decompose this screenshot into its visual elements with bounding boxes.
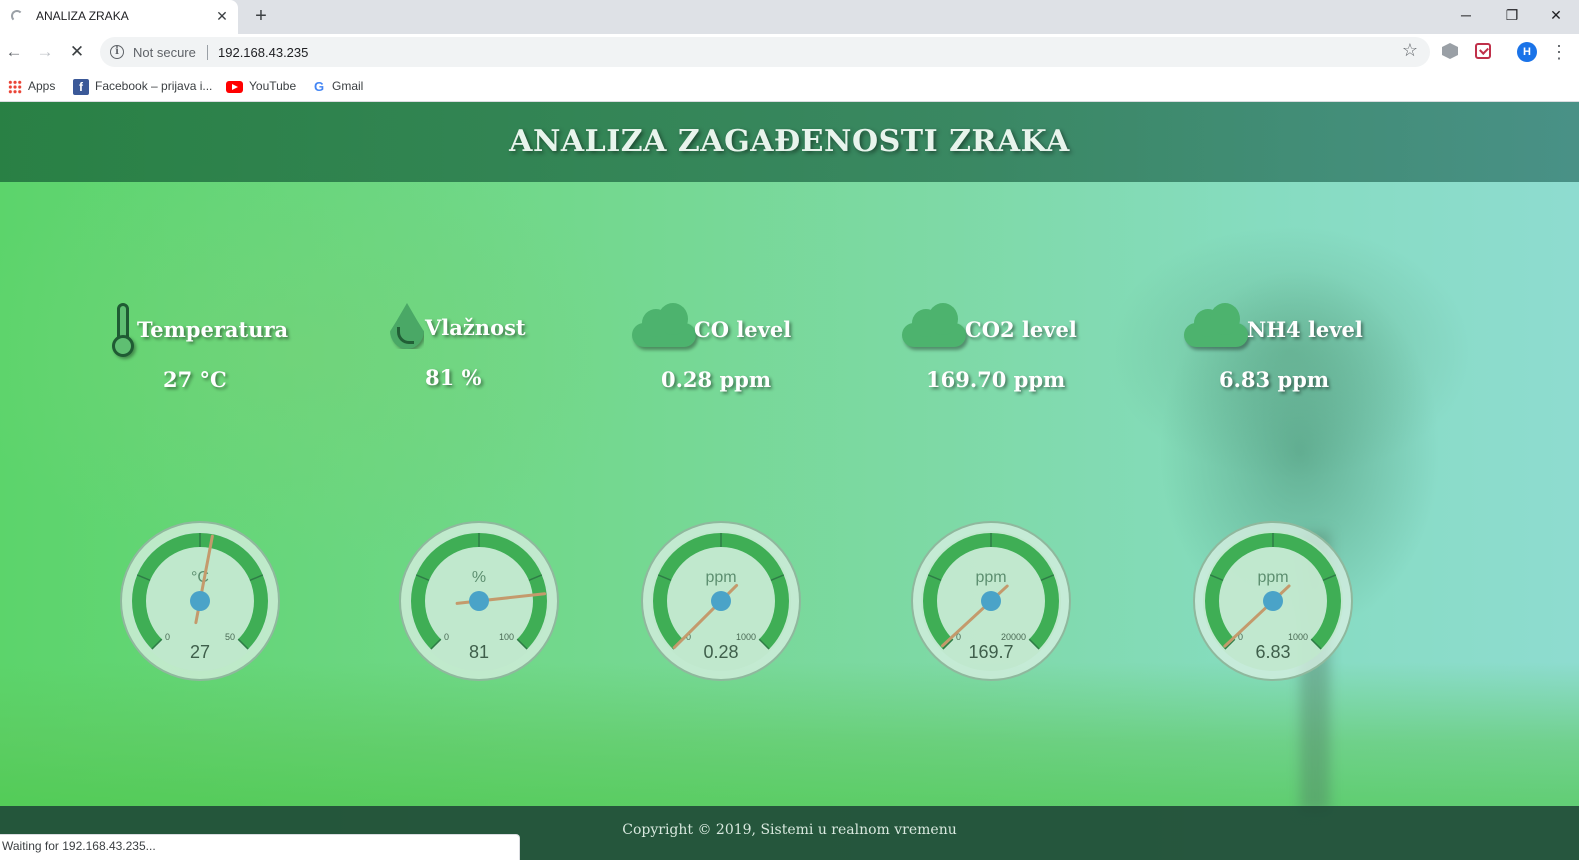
close-window-button[interactable]: ✕ (1533, 0, 1579, 30)
gauge-needle-hub (469, 591, 489, 611)
bookmark-facebook[interactable]: f Facebook – prijava i... (73, 77, 212, 95)
bookmark-label: Gmail (332, 79, 364, 93)
bookmarks-bar: Apps f Facebook – prijava i... YouTube GG… (0, 70, 1579, 102)
sensor-label: CO level (694, 317, 792, 342)
address-bar[interactable]: i Not secure 192.168.43.235 ☆ (100, 37, 1430, 67)
sensor-value: 6.83 ppm (1219, 367, 1330, 392)
back-button[interactable]: ← (2, 40, 26, 64)
forward-button[interactable]: → (33, 40, 57, 64)
site-info-icon[interactable]: i (110, 45, 124, 59)
gauge-value-label: 81 (469, 642, 489, 662)
sensor-co: CO level 0.28 ppm (632, 297, 892, 407)
sensor-value: 27 °C (163, 367, 227, 392)
status-bubble: Waiting for 192.168.43.235... (0, 834, 520, 860)
bookmark-label: Apps (28, 79, 56, 93)
sensor-label: Vlažnost (425, 315, 526, 340)
cloud-icon (1184, 303, 1248, 347)
gauge-needle-hub (190, 591, 210, 611)
gauge-nh4: ppm 0 1000 6.83 (1192, 520, 1354, 682)
tab-strip: ANALIZA ZRAKA ✕ + ─ ❐ ✕ (0, 0, 1579, 34)
tab-title: ANALIZA ZRAKA (36, 9, 129, 23)
security-label: Not secure (133, 45, 196, 60)
facebook-icon: f (73, 78, 89, 95)
pocket-extension-icon[interactable] (1475, 43, 1491, 59)
restore-button[interactable]: ❐ (1489, 0, 1535, 30)
apps-grid-icon (8, 79, 22, 94)
gauge-min-label: 0 (165, 632, 170, 642)
sensor-co2: CO2 level 169.70 ppm (902, 297, 1162, 407)
gauge-needle-hub (1263, 591, 1283, 611)
stop-loading-button[interactable]: ✕ (65, 40, 89, 64)
sensor-label: Temperatura (137, 317, 289, 342)
sensor-label: NH4 level (1247, 317, 1363, 342)
url-text[interactable]: 192.168.43.235 (218, 45, 308, 60)
bookmark-gmail[interactable]: G Gmail (312, 77, 363, 95)
address-separator (207, 45, 208, 60)
sensor-nh4: NH4 level 6.83 ppm (1184, 297, 1444, 407)
gauge-max-label: 50 (225, 632, 235, 642)
bookmark-youtube[interactable]: YouTube (226, 77, 296, 95)
gauge-value-label: 6.83 (1255, 642, 1290, 662)
gauge-humidity: % 0 100 81 (398, 520, 560, 682)
sensor-value: 169.70 ppm (926, 367, 1066, 392)
profile-avatar[interactable]: H (1517, 42, 1537, 62)
gauge-min-label: 0 (444, 632, 449, 642)
gauge-co: ppm 0 1000 0.28 (640, 520, 802, 682)
gauge-needle-hub (981, 591, 1001, 611)
gauge-max-label: 1000 (736, 632, 756, 642)
sensor-label: CO2 level (965, 317, 1077, 342)
gauge-value-label: 0.28 (703, 642, 738, 662)
youtube-icon (226, 80, 243, 93)
site-header: ANALIZA ZAGAĐENOSTI ZRAKA (0, 102, 1579, 182)
water-drop-icon (390, 303, 424, 349)
gauge-needle-hub (711, 591, 731, 611)
browser-toolbar: ← → ✕ i Not secure 192.168.43.235 ☆ (0, 34, 1579, 70)
page-title: ANALIZA ZAGAĐENOSTI ZRAKA (509, 124, 1070, 159)
gauge-value-label: 169.7 (968, 642, 1013, 662)
gauge-value-label: 27 (190, 642, 210, 662)
gauge-unit: ppm (705, 569, 736, 586)
gauge-co2: ppm 0 20000 169.7 (910, 520, 1072, 682)
google-icon: G (313, 78, 325, 94)
gauge-max-label: 20000 (1001, 632, 1026, 642)
browser-menu-icon[interactable]: ⋮ (1550, 40, 1568, 64)
bookmark-star-icon[interactable]: ☆ (1402, 40, 1418, 61)
cloud-icon (632, 303, 696, 347)
web-page: ANALIZA ZAGAĐENOSTI ZRAKA Temperatura 27… (0, 102, 1579, 860)
sensor-value: 81 % (425, 365, 482, 390)
bookmark-label: Facebook – prijava i... (95, 79, 213, 93)
sensor-humidity: Vlažnost 81 % (390, 297, 650, 407)
gauge-max-label: 1000 (1288, 632, 1308, 642)
minimize-button[interactable]: ─ (1443, 0, 1489, 30)
gauge-temperature: °C 0 50 27 (119, 520, 281, 682)
new-tab-button[interactable]: + (250, 4, 272, 28)
sensor-value: 0.28 ppm (661, 367, 772, 392)
browser-tab[interactable]: ANALIZA ZRAKA ✕ (0, 0, 238, 34)
sensor-temperature: Temperatura 27 °C (110, 297, 370, 407)
bookmark-apps[interactable]: Apps (8, 77, 55, 95)
gauge-max-label: 100 (499, 632, 514, 642)
bookmark-label: YouTube (249, 79, 297, 93)
gauge-unit: ppm (1257, 569, 1288, 586)
gauge-unit: % (472, 569, 486, 586)
cloud-icon (902, 303, 966, 347)
loading-spinner-icon (11, 10, 23, 22)
gauge-unit: ppm (975, 569, 1006, 586)
tab-close-icon[interactable]: ✕ (212, 6, 232, 26)
thermometer-icon (112, 303, 134, 359)
